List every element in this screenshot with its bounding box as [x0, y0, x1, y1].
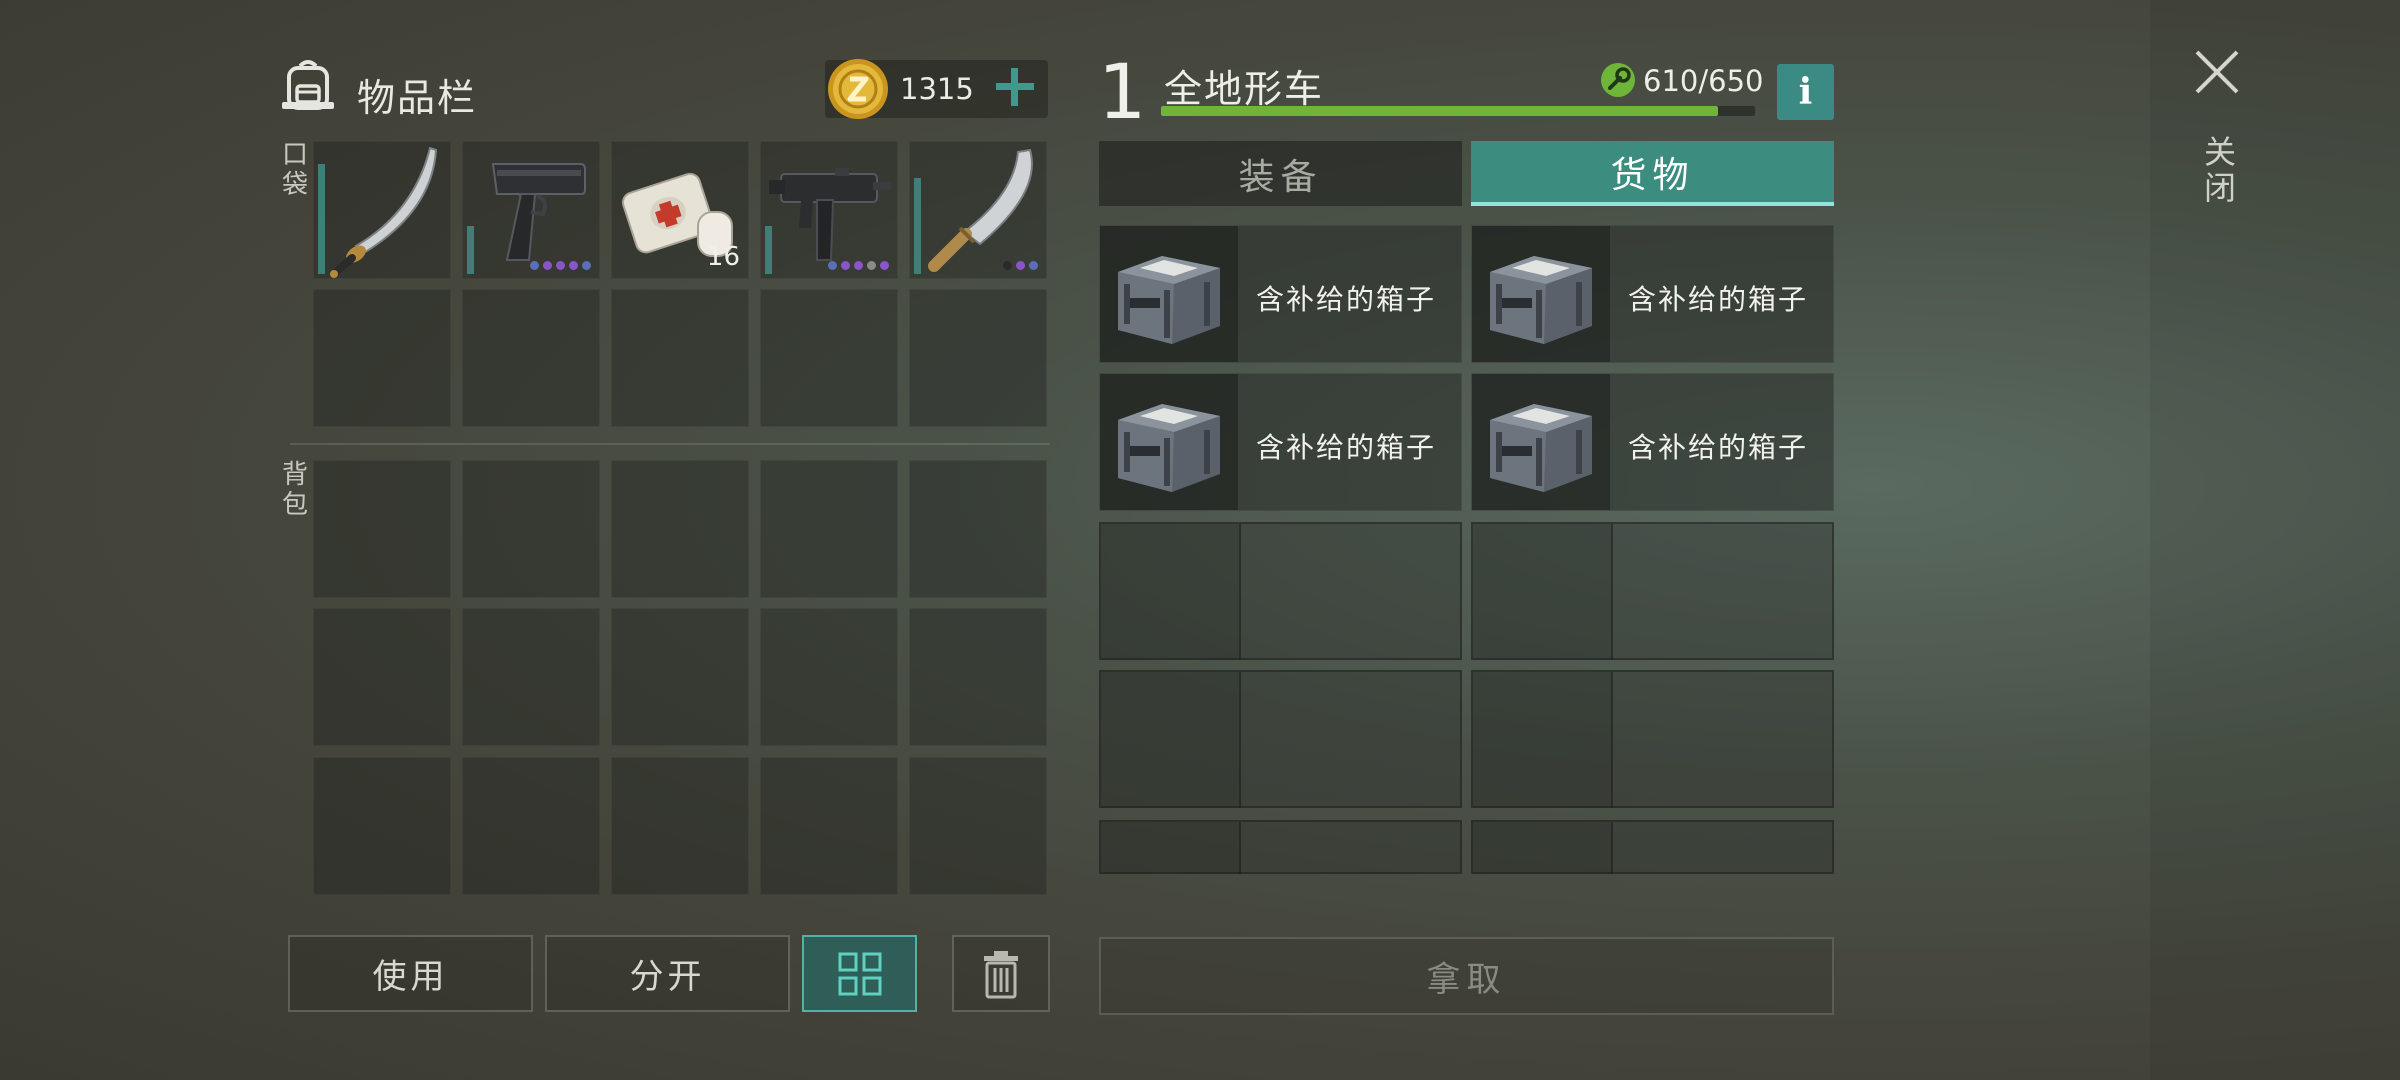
cargo-item-label: 含补给的箱子 — [1256, 431, 1437, 464]
grid-view-button[interactable] — [802, 935, 917, 1012]
grid-icon — [838, 952, 881, 995]
coin-count: 1315 — [900, 72, 974, 106]
vehicle-level: 1 — [1098, 47, 1147, 136]
machete-icon — [928, 148, 1033, 272]
trash-icon — [984, 950, 1018, 998]
cargo-slot-icon-area — [1100, 374, 1238, 510]
pocket-section-label: 口袋 — [281, 140, 308, 200]
plus-icon — [996, 68, 1034, 106]
pocket-slot-bandage[interactable]: 16 — [611, 141, 749, 279]
cargo-slot-empty[interactable] — [1471, 522, 1834, 660]
cargo-slot-empty[interactable] — [1099, 522, 1462, 660]
tab-equipment[interactable]: 装备 — [1099, 141, 1462, 206]
cargo-slot-icon-area — [1472, 374, 1610, 510]
section-divider — [290, 443, 1050, 445]
delete-button[interactable] — [952, 935, 1050, 1012]
cargo-slot-icon-area — [1473, 822, 1613, 874]
backpack-slot[interactable] — [909, 460, 1047, 598]
background-shade — [2150, 0, 2400, 1080]
pocket-slot-pistol[interactable] — [462, 141, 600, 279]
backpack-slot[interactable] — [760, 757, 898, 895]
wrench-icon — [1600, 62, 1636, 98]
backpack-slot[interactable] — [611, 460, 749, 598]
close-icon[interactable] — [2193, 48, 2241, 96]
backpack-section-label: 背包 — [281, 460, 308, 520]
backpack-slot[interactable] — [909, 757, 1047, 895]
cargo-slot-icon-area — [1101, 672, 1241, 808]
backpack-slot[interactable] — [313, 460, 451, 598]
take-button[interactable]: 拿取 — [1099, 937, 1834, 1015]
inventory-title: 物品栏 — [357, 76, 478, 120]
cargo-slot-icon-area — [1101, 524, 1241, 660]
pistol-icon — [491, 163, 586, 261]
backpack-slot[interactable] — [760, 608, 898, 746]
katana-icon — [330, 146, 438, 278]
cargo-slot-icon-area — [1100, 226, 1238, 362]
durability-bar — [318, 164, 325, 274]
supply-crate-icon — [1118, 256, 1220, 344]
cargo-slot-empty[interactable] — [1471, 820, 1834, 874]
backpack-slot[interactable] — [909, 608, 1047, 746]
close-label[interactable]: 关闭 — [2204, 134, 2236, 206]
pocket-slot-empty[interactable] — [611, 289, 749, 427]
cargo-slot[interactable]: 含补给的箱子 — [1099, 373, 1462, 511]
backpack-slot[interactable] — [462, 757, 600, 895]
uzi-icon — [769, 168, 891, 261]
cargo-slot[interactable]: 含补给的箱子 — [1471, 373, 1834, 511]
cargo-slot[interactable]: 含补给的箱子 — [1471, 225, 1834, 363]
coin-icon — [825, 56, 891, 122]
mod-dots — [530, 261, 591, 270]
split-button[interactable]: 分开 — [545, 935, 790, 1012]
backpack-slot[interactable] — [760, 460, 898, 598]
cargo-slot-icon-area — [1101, 822, 1241, 874]
supply-crate-icon — [1118, 404, 1220, 492]
cargo-slot-icon-area — [1472, 226, 1610, 362]
cargo-item-label: 含补给的箱子 — [1628, 283, 1809, 316]
pocket-slot-empty[interactable] — [462, 289, 600, 427]
pocket-slot-katana[interactable] — [313, 141, 451, 279]
vehicle-durability: 610/650 — [1643, 64, 1764, 98]
cargo-item-label: 含补给的箱子 — [1628, 431, 1809, 464]
vehicle-durability-fill — [1161, 106, 1719, 116]
durability-bar — [765, 226, 772, 274]
durability-bar — [467, 226, 474, 274]
backpack-icon — [278, 56, 338, 116]
add-coins-button[interactable] — [990, 62, 1040, 112]
pocket-slot-empty[interactable] — [909, 289, 1047, 427]
backpack-slot[interactable] — [313, 757, 451, 895]
backpack-slot[interactable] — [611, 757, 749, 895]
vehicle-name: 全地形车 — [1164, 67, 1325, 111]
mod-dots — [1003, 261, 1038, 270]
pocket-slot-empty[interactable] — [760, 289, 898, 427]
supply-crate-icon — [1490, 256, 1592, 344]
pocket-slot-machete[interactable] — [909, 141, 1047, 279]
cargo-item-label: 含补给的箱子 — [1256, 283, 1437, 316]
info-button[interactable]: i — [1777, 64, 1834, 120]
vehicle-durability-bar — [1161, 106, 1755, 116]
supply-crate-icon — [1490, 404, 1592, 492]
cargo-slot-empty[interactable] — [1099, 820, 1462, 874]
mod-dots — [828, 261, 889, 270]
durability-bar — [914, 178, 921, 274]
backpack-slot[interactable] — [313, 608, 451, 746]
backpack-slot[interactable] — [462, 608, 600, 746]
pocket-slot-empty[interactable] — [313, 289, 451, 427]
cargo-slot-empty[interactable] — [1471, 670, 1834, 808]
use-button[interactable]: 使用 — [288, 935, 533, 1012]
tab-cargo[interactable]: 货物 — [1471, 141, 1834, 206]
cargo-slot-icon-area — [1473, 524, 1613, 660]
cargo-slot[interactable]: 含补给的箱子 — [1099, 225, 1462, 363]
pocket-slot-uzi[interactable] — [760, 141, 898, 279]
cargo-slot-empty[interactable] — [1099, 670, 1462, 808]
cargo-slot-icon-area — [1473, 672, 1613, 808]
backpack-slot[interactable] — [462, 460, 600, 598]
backpack-slot[interactable] — [611, 608, 749, 746]
item-count: 16 — [706, 242, 740, 272]
